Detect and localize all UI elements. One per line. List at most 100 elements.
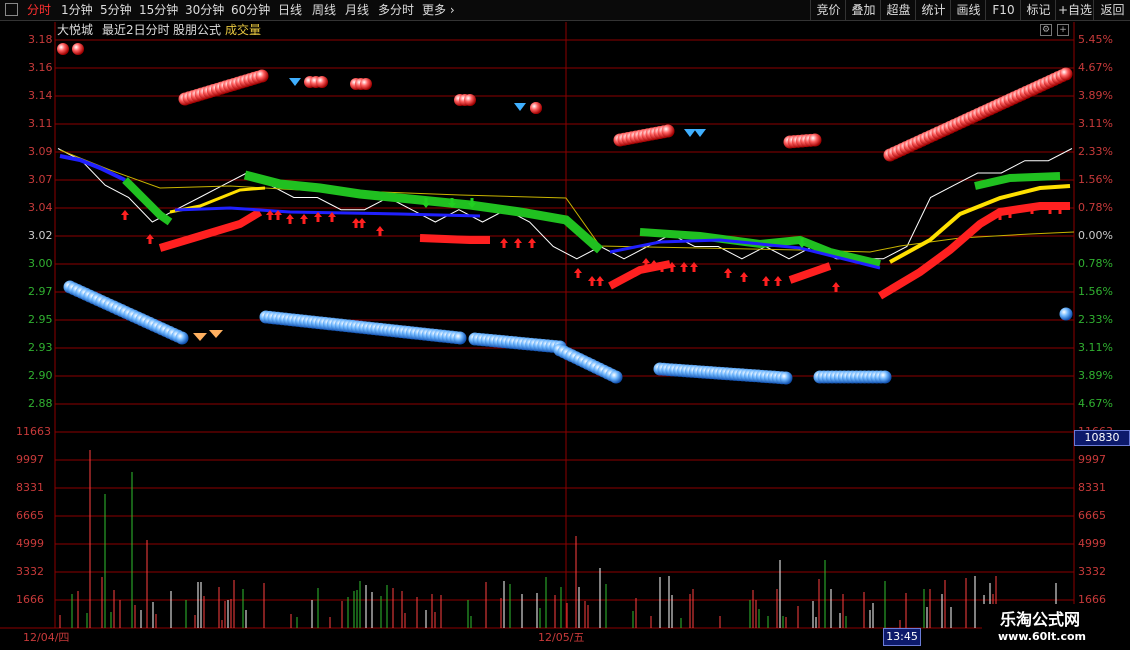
price-tick: 3.11 [28, 117, 53, 130]
pct-tick: 3.89% [1078, 369, 1113, 382]
price-tick: 3.04 [28, 201, 53, 214]
up-arrow-icon [500, 238, 508, 248]
pct-tick: 2.33% [1078, 145, 1113, 158]
signal-bubble [661, 124, 675, 138]
tool-button-7[interactable]: +自选 [1055, 0, 1094, 20]
volume-tick: 4999 [16, 537, 44, 550]
ma-blue-line [174, 206, 481, 218]
up-arrow-icon [514, 238, 522, 248]
window-icon[interactable] [5, 3, 18, 16]
tool-button-0[interactable]: 竞价 [810, 0, 846, 20]
diamond-icon [684, 129, 696, 137]
tool-button-3[interactable]: 统计 [915, 0, 951, 20]
chart-canvas [0, 22, 1130, 629]
diamond-icon [209, 330, 223, 338]
ma-blue-line [59, 154, 126, 182]
indicator-name[interactable]: 成交量 [225, 21, 261, 39]
pct-tick: 0.00% [1078, 229, 1113, 242]
signal-bubble [779, 371, 793, 385]
price-tick: 2.90 [28, 369, 53, 382]
pct-tick: 3.89% [1078, 89, 1113, 102]
price-tick: 3.09 [28, 145, 53, 158]
period-tab-6[interactable]: 日线 [278, 0, 302, 20]
ma-green-line [974, 172, 1061, 190]
volume-tick: 6665 [1078, 509, 1106, 522]
volume-tick: 9997 [1078, 453, 1106, 466]
period-tab-9[interactable]: 多分时 [378, 0, 414, 20]
tool-button-5[interactable]: F10 [985, 0, 1021, 20]
signal-bubble [316, 76, 328, 88]
signal-bubble [255, 69, 269, 83]
volume-tick: 1666 [16, 593, 44, 606]
volume-tick: 9997 [16, 453, 44, 466]
signal-bubble [453, 331, 467, 345]
signal-bubble [609, 370, 623, 384]
tool-button-1[interactable]: 叠加 [845, 0, 881, 20]
stock-name: 大悦城 [57, 23, 94, 37]
signal-bubble [1059, 307, 1073, 321]
diamond-icon [289, 78, 301, 86]
pct-tick: 0.78% [1078, 257, 1113, 270]
signal-bubble [360, 78, 372, 90]
price-tick: 2.93 [28, 341, 53, 354]
period-tab-3[interactable]: 15分钟 [139, 0, 178, 20]
price-tick: 2.88 [28, 397, 53, 410]
signal-bubble [1059, 67, 1073, 81]
pct-tick: 3.11% [1078, 117, 1113, 130]
price-line [57, 148, 1073, 260]
date-day2: 12/05/五 [538, 631, 585, 644]
price-tick: 2.95 [28, 313, 53, 326]
plus-icon[interactable]: + [1057, 24, 1069, 36]
volume-tick: 8331 [16, 481, 44, 494]
period-tab-10[interactable]: 更多 › [422, 0, 455, 20]
up-arrow-icon [286, 214, 294, 224]
price-tick: 3.16 [28, 61, 53, 74]
up-arrow-icon [762, 276, 770, 286]
watermark-text: 乐淘公式网 [1000, 610, 1081, 629]
price-tick: 3.18 [28, 33, 53, 46]
pct-tick: 1.56% [1078, 173, 1113, 186]
price-tick: 3.14 [28, 89, 53, 102]
tool-button-4[interactable]: 画线 [950, 0, 986, 20]
up-arrow-icon [724, 268, 732, 278]
volume-tick: 6665 [16, 509, 44, 522]
settings-icon[interactable]: ⚙ [1040, 24, 1052, 36]
ma-red-line [419, 234, 490, 244]
up-arrow-icon [596, 276, 604, 286]
pct-tick: 2.33% [1078, 313, 1113, 326]
period-toolbar: 分时 1分钟 5分钟 15分钟 30分钟 60分钟 日线 周线 月线 多分时 更多 › 竞价 叠加 超盘统… [0, 0, 1130, 21]
period-tab-1[interactable]: 1分钟 [61, 0, 93, 20]
up-arrow-icon [121, 210, 129, 220]
price-tick: 3.07 [28, 173, 53, 186]
pct-tick: 0.78% [1078, 201, 1113, 214]
chart-grid [0, 22, 1130, 629]
period-tab-8[interactable]: 月线 [345, 0, 369, 20]
period-tab-5[interactable]: 60分钟 [231, 0, 270, 20]
up-arrow-icon [358, 218, 366, 228]
watermark-logo: 乐淘公式网 www.60lt.com [982, 604, 1130, 650]
period-tab-0[interactable]: 分时 [27, 0, 51, 20]
period-label: 最近2日分时 [102, 23, 170, 37]
pct-tick: 5.45% [1078, 33, 1113, 46]
up-arrow-icon [528, 238, 536, 248]
period-tab-7[interactable]: 周线 [312, 0, 336, 20]
period-tab-2[interactable]: 5分钟 [100, 0, 132, 20]
tool-button-6[interactable]: 标记 [1020, 0, 1056, 20]
up-arrow-icon [774, 276, 782, 286]
volume-tick: 8331 [1078, 481, 1106, 494]
period-tab-4[interactable]: 30分钟 [185, 0, 224, 20]
up-arrow-icon [574, 268, 582, 278]
watermark-url: www.60lt.com [998, 630, 1087, 643]
volume-tick: 4999 [1078, 537, 1106, 550]
pct-tick: 4.67% [1078, 397, 1113, 410]
ma-red-line [788, 262, 832, 284]
volume-bars [59, 450, 1066, 628]
signal-bubble [464, 94, 476, 106]
tool-button-8[interactable]: 返回 [1093, 0, 1130, 20]
formula-name[interactable]: 股朋公式 [173, 21, 221, 39]
current-volume-box: 10830 [1074, 430, 1130, 446]
signal-bubble [808, 133, 822, 147]
price-tick: 3.00 [28, 257, 53, 270]
tool-button-2[interactable]: 超盘 [880, 0, 916, 20]
diamond-icon [694, 129, 706, 137]
